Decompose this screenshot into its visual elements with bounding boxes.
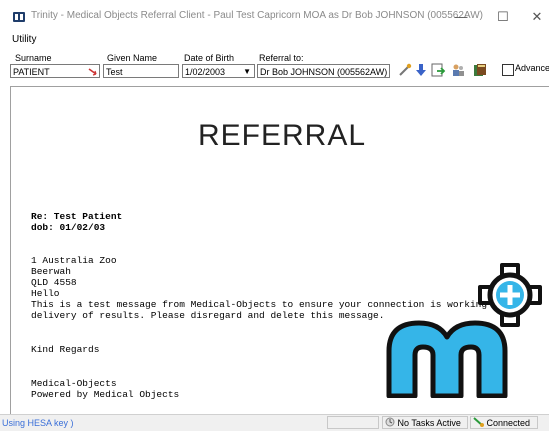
address-line: QLD 4558	[31, 277, 77, 288]
app-icon	[13, 12, 25, 22]
title-bar: Trinity - Medical Objects Referral Clien…	[0, 0, 549, 32]
referral-to-field[interactable]: Dr Bob JOHNSON (005562AW)	[257, 64, 390, 78]
referral-to-value: Dr Bob JOHNSON (005562AW)	[260, 67, 388, 77]
signature-line: Medical-Objects	[31, 378, 117, 389]
chevron-down-icon[interactable]: ▼	[243, 65, 251, 77]
address-line: Beerwah	[31, 266, 71, 277]
users-icon[interactable]	[450, 62, 466, 78]
surname-label: Surname	[15, 53, 52, 63]
window-title: Trinity - Medical Objects Referral Clien…	[31, 10, 483, 21]
edit-wand-icon[interactable]	[397, 62, 413, 78]
menu-bar: Utility	[0, 32, 549, 48]
status-bar: Using HESA key ) No Tasks Active Connect…	[0, 414, 549, 431]
advanced-checkbox[interactable]	[502, 64, 514, 76]
regards-line: Kind Regards	[31, 344, 100, 355]
book-icon[interactable]	[472, 62, 488, 78]
dob-label: Date of Birth	[184, 53, 235, 63]
document-viewer[interactable]: REFERRAL Re: Test Patient dob: 01/02/03 …	[10, 86, 549, 414]
signature-line: Powered by Medical Objects	[31, 389, 180, 400]
status-panel-empty	[327, 416, 379, 429]
document-heading: REFERRAL	[198, 119, 367, 152]
re-line: Re: Test Patient	[31, 211, 123, 222]
export-icon[interactable]	[430, 62, 446, 78]
patient-search-icon[interactable]	[88, 67, 98, 77]
close-button[interactable]: ✕	[522, 6, 549, 28]
message-line: delivery of results. Please disregard an…	[31, 310, 385, 321]
referral-to-label: Referral to:	[259, 53, 304, 63]
medical-objects-logo	[386, 263, 542, 398]
given-name-value: Test	[106, 67, 123, 77]
surname-field[interactable]: PATIENT	[10, 64, 100, 78]
given-name-label: Given Name	[107, 53, 158, 63]
greeting-line: Hello	[31, 288, 60, 299]
advanced-label: Advanced	[515, 63, 549, 73]
maximize-button[interactable]: ☐	[488, 6, 518, 28]
hesa-key-status: Using HESA key )	[2, 418, 74, 428]
tasks-status-text: No Tasks Active	[397, 418, 461, 428]
dob-field[interactable]: 1/02/2003 ▼	[182, 64, 255, 78]
dob-value: 1/02/2003	[185, 67, 226, 77]
tasks-icon	[385, 417, 395, 427]
given-name-field[interactable]: Test	[103, 64, 179, 78]
tasks-status-panel: No Tasks Active	[382, 416, 468, 429]
minimize-button[interactable]: —	[446, 6, 476, 28]
connection-status-panel: Connected	[470, 416, 538, 429]
address-line: 1 Australia Zoo	[31, 255, 117, 266]
dob-line: dob: 01/02/03	[31, 222, 106, 233]
surname-value: PATIENT	[13, 67, 50, 77]
connection-status-text: Connected	[486, 418, 531, 428]
download-arrow-icon[interactable]	[413, 62, 429, 78]
connected-icon	[473, 417, 484, 427]
menu-utility[interactable]: Utility	[12, 34, 36, 45]
